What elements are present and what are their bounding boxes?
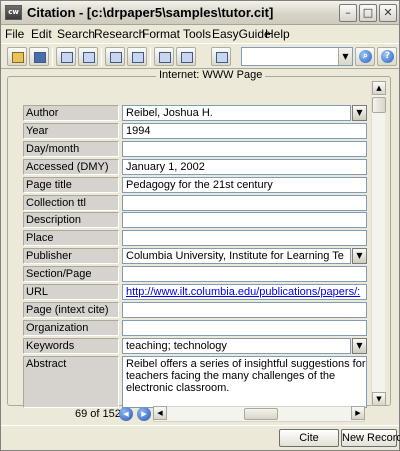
field-row-url: URL http://www.ilt.columbia.edu/publicati… <box>23 284 367 301</box>
field-label: Keywords <box>23 338 119 354</box>
field-label: Description <box>23 212 119 228</box>
field-input-url[interactable]: http://www.ilt.columbia.edu/publications… <box>122 284 367 300</box>
save-disk-icon[interactable] <box>29 47 49 66</box>
field-row-description: Description <box>23 212 367 229</box>
search-combo-input[interactable]: ▼ <box>241 47 353 66</box>
help-icon: ? <box>381 50 394 63</box>
search-icon: ⌕ <box>359 50 372 63</box>
field-row-accessed-dmy: Accessed (DMY) January 1, 2002 <box>23 159 367 176</box>
app-icon: cw <box>5 5 22 20</box>
field-input-year[interactable]: 1994 <box>122 123 367 139</box>
help-button[interactable]: ? <box>377 47 397 66</box>
menu-help[interactable]: Help <box>265 27 290 41</box>
field-label: Abstract <box>23 356 119 408</box>
field-label: Author <box>23 105 119 121</box>
toolbar-separator <box>150 48 151 66</box>
field-label: Day/month <box>23 141 119 157</box>
record-type-title: Internet: WWW Page <box>156 69 266 81</box>
print-icon[interactable] <box>211 47 231 66</box>
toolbar-separator <box>52 48 53 66</box>
document-view-icon[interactable] <box>56 47 76 66</box>
list-view-icon[interactable] <box>105 47 125 66</box>
field-label: Place <box>23 230 119 246</box>
field-label: Page title <box>23 177 119 193</box>
field-row-section-page: Section/Page <box>23 266 367 283</box>
chevron-down-icon[interactable]: ▼ <box>352 338 367 354</box>
menu-tools[interactable]: Tools <box>183 27 211 41</box>
field-input-collection-ttl[interactable] <box>122 195 367 211</box>
close-button[interactable]: ✕ <box>379 4 397 22</box>
field-input-page-intext-cite[interactable] <box>122 302 367 318</box>
field-input-keywords[interactable]: teaching; technology <box>122 338 351 354</box>
field-row-organization: Organization <box>23 320 367 337</box>
menu-format[interactable]: Format <box>142 27 180 41</box>
field-input-day-month[interactable] <box>122 141 367 157</box>
bottom-button-bar: Cite New Record <box>1 425 400 451</box>
chevron-down-icon[interactable]: ▼ <box>352 248 367 264</box>
field-label: Section/Page <box>23 266 119 282</box>
field-input-section-page[interactable] <box>122 266 367 282</box>
toolbar: ▼ ⌕ ? <box>1 43 399 69</box>
scroll-right-icon[interactable]: ▶ <box>351 406 365 420</box>
field-input-abstract[interactable]: Reibel offers a series of insightful sug… <box>122 356 367 408</box>
scroll-left-icon[interactable]: ◀ <box>153 406 167 420</box>
window-title: Citation - [c:\drpaper5\samples\tutor.ci… <box>27 5 274 20</box>
cite-button[interactable]: Cite <box>279 429 339 447</box>
field-label: Publisher <box>23 248 119 264</box>
field-label: Collection ttl <box>23 195 119 211</box>
vertical-scroll-thumb[interactable] <box>372 97 386 113</box>
field-input-place[interactable] <box>122 230 367 246</box>
card-view-icon[interactable] <box>127 47 147 66</box>
field-row-page-intext-cite: Page (intext cite) <box>23 302 367 319</box>
field-label: Year <box>23 123 119 139</box>
chevron-down-icon[interactable]: ▼ <box>352 105 367 121</box>
field-row-keywords: Keywords teaching; technology ▼ <box>23 338 367 355</box>
field-row-page-title: Page title Pedagogy for the 21st century <box>23 177 367 194</box>
scroll-up-icon[interactable]: ▲ <box>372 81 386 95</box>
previous-record-icon[interactable]: ◀ <box>119 407 133 421</box>
menu-edit[interactable]: Edit <box>31 27 52 41</box>
field-label: Organization <box>23 320 119 336</box>
next-record-icon[interactable]: ▶ <box>137 407 151 421</box>
menu-file[interactable]: File <box>5 27 24 41</box>
records-icon[interactable] <box>176 47 196 66</box>
field-label: Accessed (DMY) <box>23 159 119 175</box>
open-folder-icon[interactable] <box>7 47 27 66</box>
notes-icon[interactable] <box>154 47 174 66</box>
field-input-publisher[interactable]: Columbia University, Institute for Learn… <box>122 248 351 264</box>
title-bar[interactable]: cw Citation - [c:\drpaper5\samples\tutor… <box>1 1 399 25</box>
record-navigation: 69 of 152 ◀ ▶ ◀ ▶ <box>23 405 385 423</box>
horizontal-scrollbar[interactable]: ◀ ▶ <box>153 406 365 422</box>
field-row-author: Author Reibel, Joshua H. ▼ <box>23 105 367 122</box>
maximize-button[interactable]: □ <box>359 4 377 22</box>
menu-easyguide[interactable]: EasyGuide <box>212 27 271 41</box>
field-row-publisher: Publisher Columbia University, Institute … <box>23 248 367 265</box>
field-label: Page (intext cite) <box>23 302 119 318</box>
field-input-organization[interactable] <box>122 320 367 336</box>
field-input-description[interactable] <box>122 212 367 228</box>
field-row-year: Year 1994 <box>23 123 367 140</box>
field-label: URL <box>23 284 119 300</box>
field-row-day-month: Day/month <box>23 141 367 158</box>
menu-research[interactable]: Research <box>94 27 145 41</box>
chevron-down-icon[interactable]: ▼ <box>338 48 352 65</box>
minimize-button[interactable]: – <box>339 4 357 22</box>
menu-bar: File Edit Search Research Format Tools E… <box>1 25 399 43</box>
field-row-place: Place <box>23 230 367 247</box>
find-button[interactable]: ⌕ <box>355 47 375 66</box>
new-record-button[interactable]: New Record <box>341 429 400 447</box>
scroll-down-icon[interactable]: ▼ <box>372 392 386 406</box>
citation-window: cw Citation - [c:\drpaper5\samples\tutor… <box>0 0 400 451</box>
menu-search[interactable]: Search <box>57 27 95 41</box>
field-input-page-title[interactable]: Pedagogy for the 21st century <box>122 177 367 193</box>
field-input-accessed-dmy[interactable]: January 1, 2002 <box>122 159 367 175</box>
vertical-scrollbar[interactable]: ▲ ▼ <box>371 81 386 406</box>
field-row-abstract: Abstract Reibel offers a series of insigh… <box>23 356 367 408</box>
field-input-author[interactable]: Reibel, Joshua H. <box>122 105 351 121</box>
document-copy-icon[interactable] <box>78 47 98 66</box>
horizontal-scroll-thumb[interactable] <box>244 408 278 420</box>
toolbar-separator <box>101 48 102 66</box>
field-row-collection-ttl: Collection ttl <box>23 195 367 212</box>
record-count: 69 of 152 <box>75 408 121 420</box>
